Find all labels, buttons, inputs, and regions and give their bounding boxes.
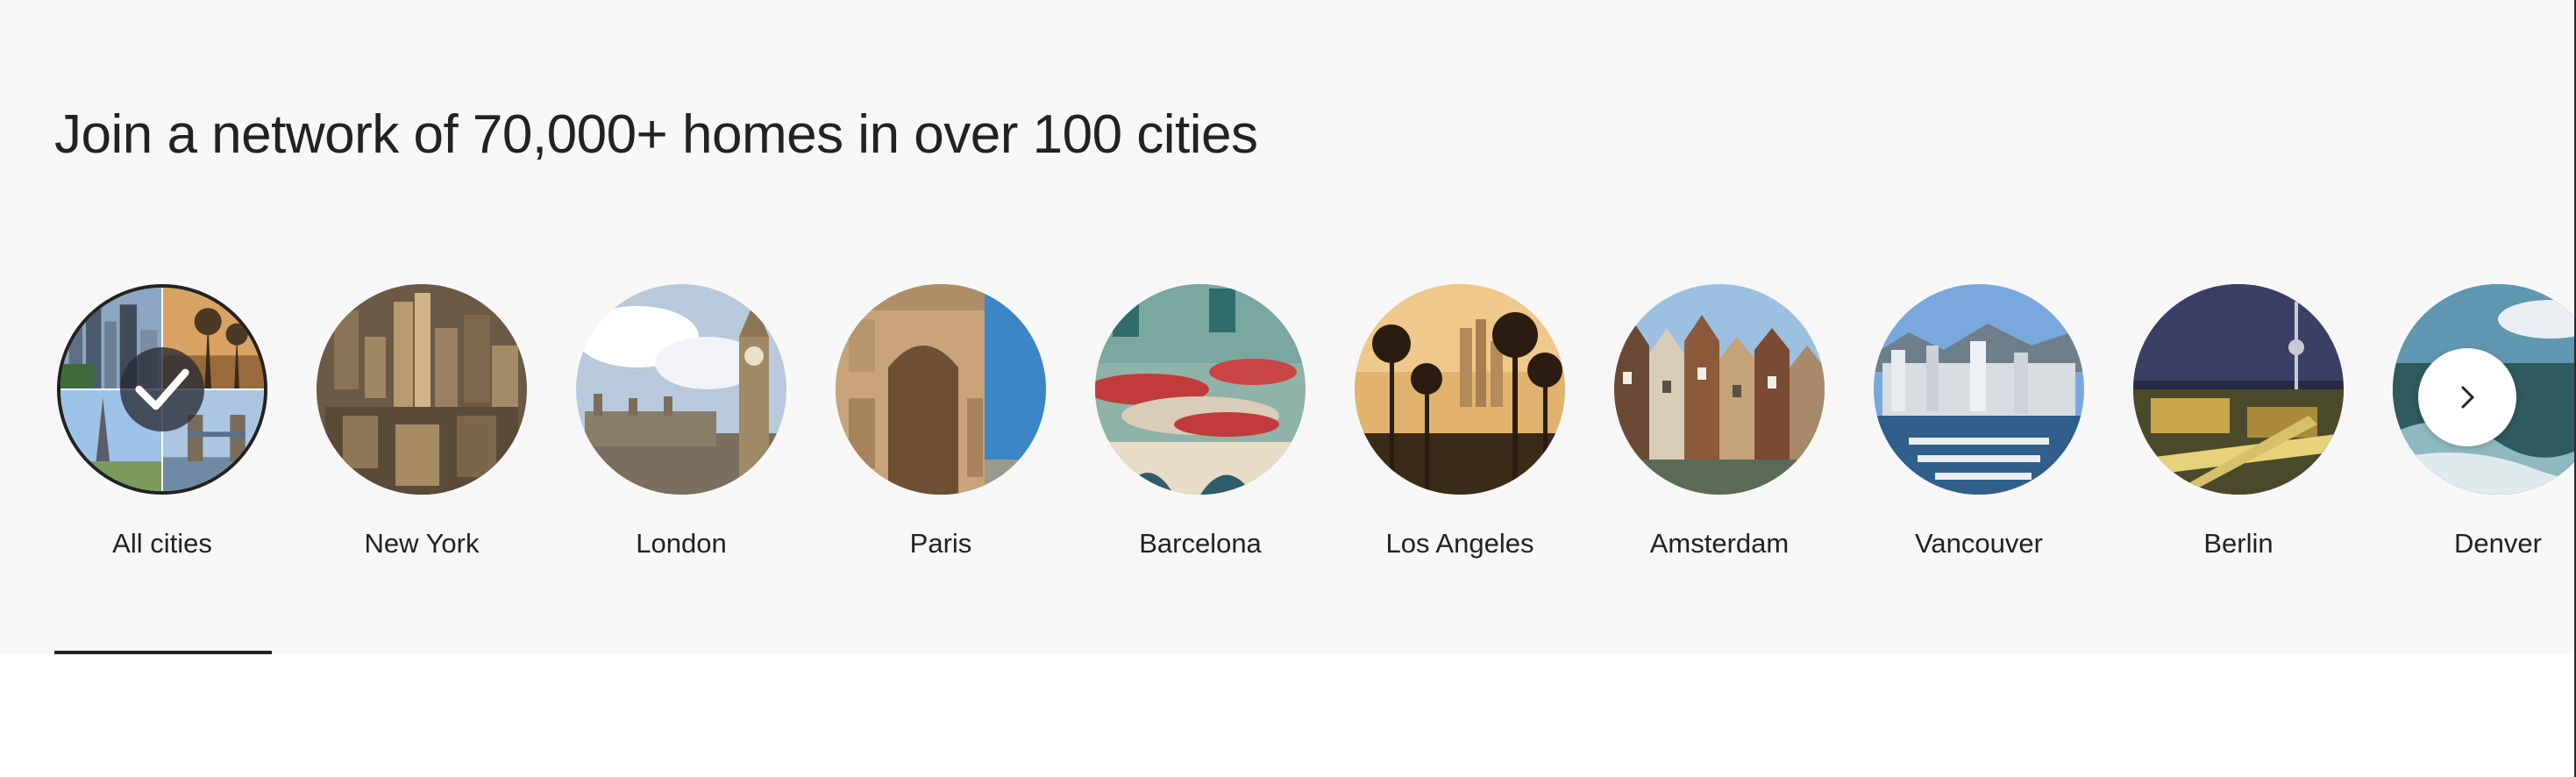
city-filter-amsterdam[interactable]: Amsterdam [1590, 284, 1849, 560]
city-label-london: London [636, 528, 727, 559]
chevron-right-icon [2461, 386, 2474, 409]
city-label-vancouver: Vancouver [1915, 528, 2043, 559]
city-image-all-cities [57, 284, 267, 495]
city-image-paris [836, 284, 1046, 495]
city-image-vancouver [1874, 284, 2084, 495]
city-filter-vancouver[interactable]: Vancouver [1849, 284, 2109, 560]
city-image-barcelona [1095, 284, 1306, 495]
city-filter-los-angeles[interactable]: Los Angeles [1330, 284, 1590, 560]
city-label-barcelona: Barcelona [1139, 528, 1262, 559]
city-label-amsterdam: Amsterdam [1649, 528, 1790, 559]
city-label-berlin: Berlin [2203, 528, 2274, 559]
city-label-paris: Paris [909, 528, 972, 559]
city-filter-london[interactable]: London [551, 284, 811, 560]
city-filter-berlin[interactable]: Berlin [2109, 284, 2368, 560]
carousel-next-button[interactable] [2418, 348, 2516, 446]
city-label-denver: Denver [2454, 528, 2542, 559]
city-image-berlin [2133, 284, 2344, 495]
city-label-los-angeles: Los Angeles [1385, 528, 1534, 559]
city-filter-barcelona[interactable]: Barcelona [1071, 284, 1330, 560]
city-label-all-cities: All cities [112, 528, 212, 559]
city-filter-paris[interactable]: Paris [811, 284, 1071, 560]
section-headline: Join a network of 70,000+ homes in over … [54, 104, 1258, 165]
city-image-los-angeles [1355, 284, 1565, 495]
city-image-amsterdam [1614, 284, 1825, 495]
city-image-new-york [317, 284, 527, 495]
checkmark-icon [120, 347, 204, 431]
city-label-new-york: New York [364, 528, 480, 559]
selected-city-indicator [54, 651, 272, 654]
city-filter-all-cities[interactable]: All cities [32, 284, 292, 560]
city-image-london [576, 284, 786, 495]
city-filter-new-york[interactable]: New York [292, 284, 551, 560]
